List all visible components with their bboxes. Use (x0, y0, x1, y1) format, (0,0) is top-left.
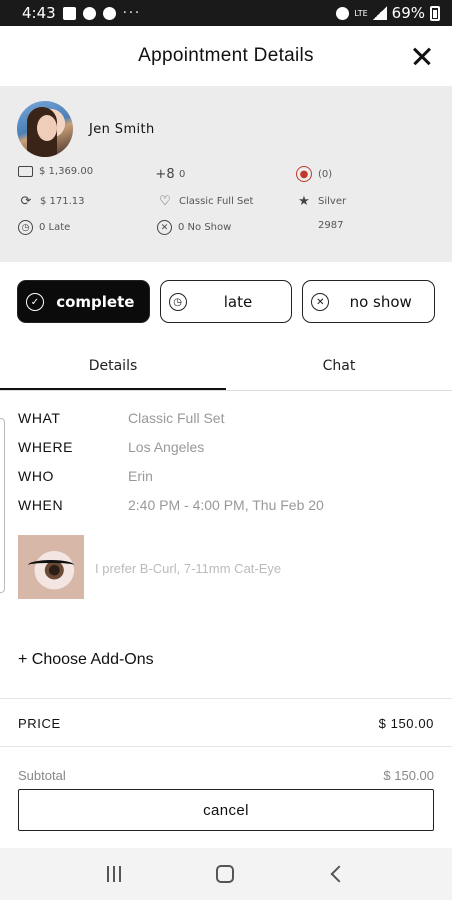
detail-where: WHERE Los Angeles (18, 439, 204, 455)
stat-tier: ★ Silver (296, 193, 346, 209)
notification-icon (102, 6, 116, 20)
user-alert-icon: ● (296, 166, 312, 182)
stat-no-show: ✕ 0 No Show (157, 220, 231, 235)
client-name[interactable]: Jen Smith (89, 122, 155, 137)
price-row: PRICE $ 150.00 (18, 716, 434, 731)
stat-average: ⟳ $ 171.13 (18, 193, 85, 209)
detail-value: 2:40 PM - 4:00 PM, Thu Feb 20 (128, 497, 324, 513)
avatar[interactable] (17, 101, 73, 157)
network-type: LTE (354, 8, 368, 18)
stat-total-spent: $ 1,369.00 (18, 166, 93, 177)
stat-points: 2987 (318, 220, 343, 231)
complete-button[interactable]: ✓ complete (17, 280, 150, 323)
x-circle-icon: ✕ (157, 220, 172, 235)
timer-icon: ◷ (168, 293, 187, 311)
timer-icon: ◷ (18, 220, 33, 235)
stat-late: ◷ 0 Late (18, 220, 70, 235)
subtotal-row: Subtotal $ 150.00 (18, 768, 434, 780)
battery-percent: 69% (391, 4, 425, 22)
battery-icon (430, 5, 440, 21)
system-nav-bar (0, 848, 452, 900)
stat-value: 0 No Show (178, 222, 232, 233)
heart-icon: ♡ (159, 193, 171, 209)
home-icon[interactable] (215, 865, 234, 883)
alarm-icon (336, 6, 350, 20)
stat-value: Classic Full Set (179, 195, 254, 207)
stat-value: 0 (179, 168, 186, 180)
price-label: PRICE (18, 716, 61, 731)
client-note: I prefer B-Curl, 7-11mm Cat-Eye (95, 561, 282, 576)
play-icon (82, 6, 96, 20)
no-show-button[interactable]: ✕ no show (302, 280, 436, 323)
detail-label: WHO (18, 468, 55, 484)
credit-card-icon (18, 166, 33, 177)
signal-icon (372, 6, 387, 20)
side-panel-edge[interactable] (0, 418, 5, 593)
stat-value: Silver (318, 195, 347, 207)
detail-value: Erin (128, 468, 153, 484)
detail-value: Classic Full Set (128, 410, 225, 426)
tab-details[interactable]: Details (0, 345, 226, 390)
cancel-button[interactable]: cancel (18, 789, 434, 831)
tab-chat[interactable]: Chat (226, 345, 452, 390)
stat-alerts: ● (0) (296, 166, 332, 182)
detail-label: WHEN (18, 497, 64, 513)
star-icon: ★ (298, 193, 310, 209)
divider (0, 698, 452, 699)
stat-value: 0 Late (39, 222, 71, 233)
more-notifications: ··· (122, 5, 142, 21)
choose-add-ons-button[interactable]: + Choose Add-Ons (18, 651, 154, 669)
detail-when: WHEN 2:40 PM - 4:00 PM, Thu Feb 20 (18, 497, 324, 513)
price-value: $ 150.00 (378, 716, 434, 731)
stat-value: $ 1,369.00 (39, 166, 94, 177)
detail-label: WHAT (18, 410, 61, 426)
detail-what: WHAT Classic Full Set (18, 410, 224, 426)
refresh-icon: ⟳ (20, 193, 32, 209)
subtotal-label: Subtotal (18, 768, 66, 780)
stat-value: $ 171.13 (40, 195, 85, 207)
tab-bar: Details Chat (0, 345, 452, 391)
stat-value: (0) (318, 168, 333, 180)
lash-photo[interactable] (18, 535, 84, 599)
late-button[interactable]: ◷ late (159, 280, 293, 323)
add-person-icon: +8 (155, 166, 175, 182)
page-title: Appointment Details (138, 45, 314, 66)
status-time: 4:43 (22, 4, 56, 22)
status-bar: 4:43 ··· LTE 69% (0, 0, 452, 26)
stat-referrals: +8 0 (155, 166, 186, 182)
detail-value: Los Angeles (128, 439, 205, 455)
detail-label: WHERE (18, 439, 74, 455)
detail-who: WHO Erin (18, 468, 153, 484)
gallery-icon (62, 6, 76, 20)
stat-favorite: ♡ Classic Full Set (157, 193, 253, 209)
header: Appointment Details (0, 26, 452, 86)
back-icon[interactable] (330, 865, 348, 883)
recent-apps-icon[interactable] (106, 866, 123, 882)
divider (0, 746, 452, 747)
close-icon[interactable] (408, 42, 436, 70)
client-card: Jen Smith $ 1,369.00 +8 0 ● (0) ⟳ $ 171.… (0, 86, 452, 262)
subtotal-value: $ 150.00 (383, 768, 434, 780)
status-actions: ✓ complete ◷ late ✕ no show (17, 280, 436, 323)
stat-value: 2987 (318, 220, 344, 231)
check-circle-icon: ✓ (26, 293, 44, 311)
